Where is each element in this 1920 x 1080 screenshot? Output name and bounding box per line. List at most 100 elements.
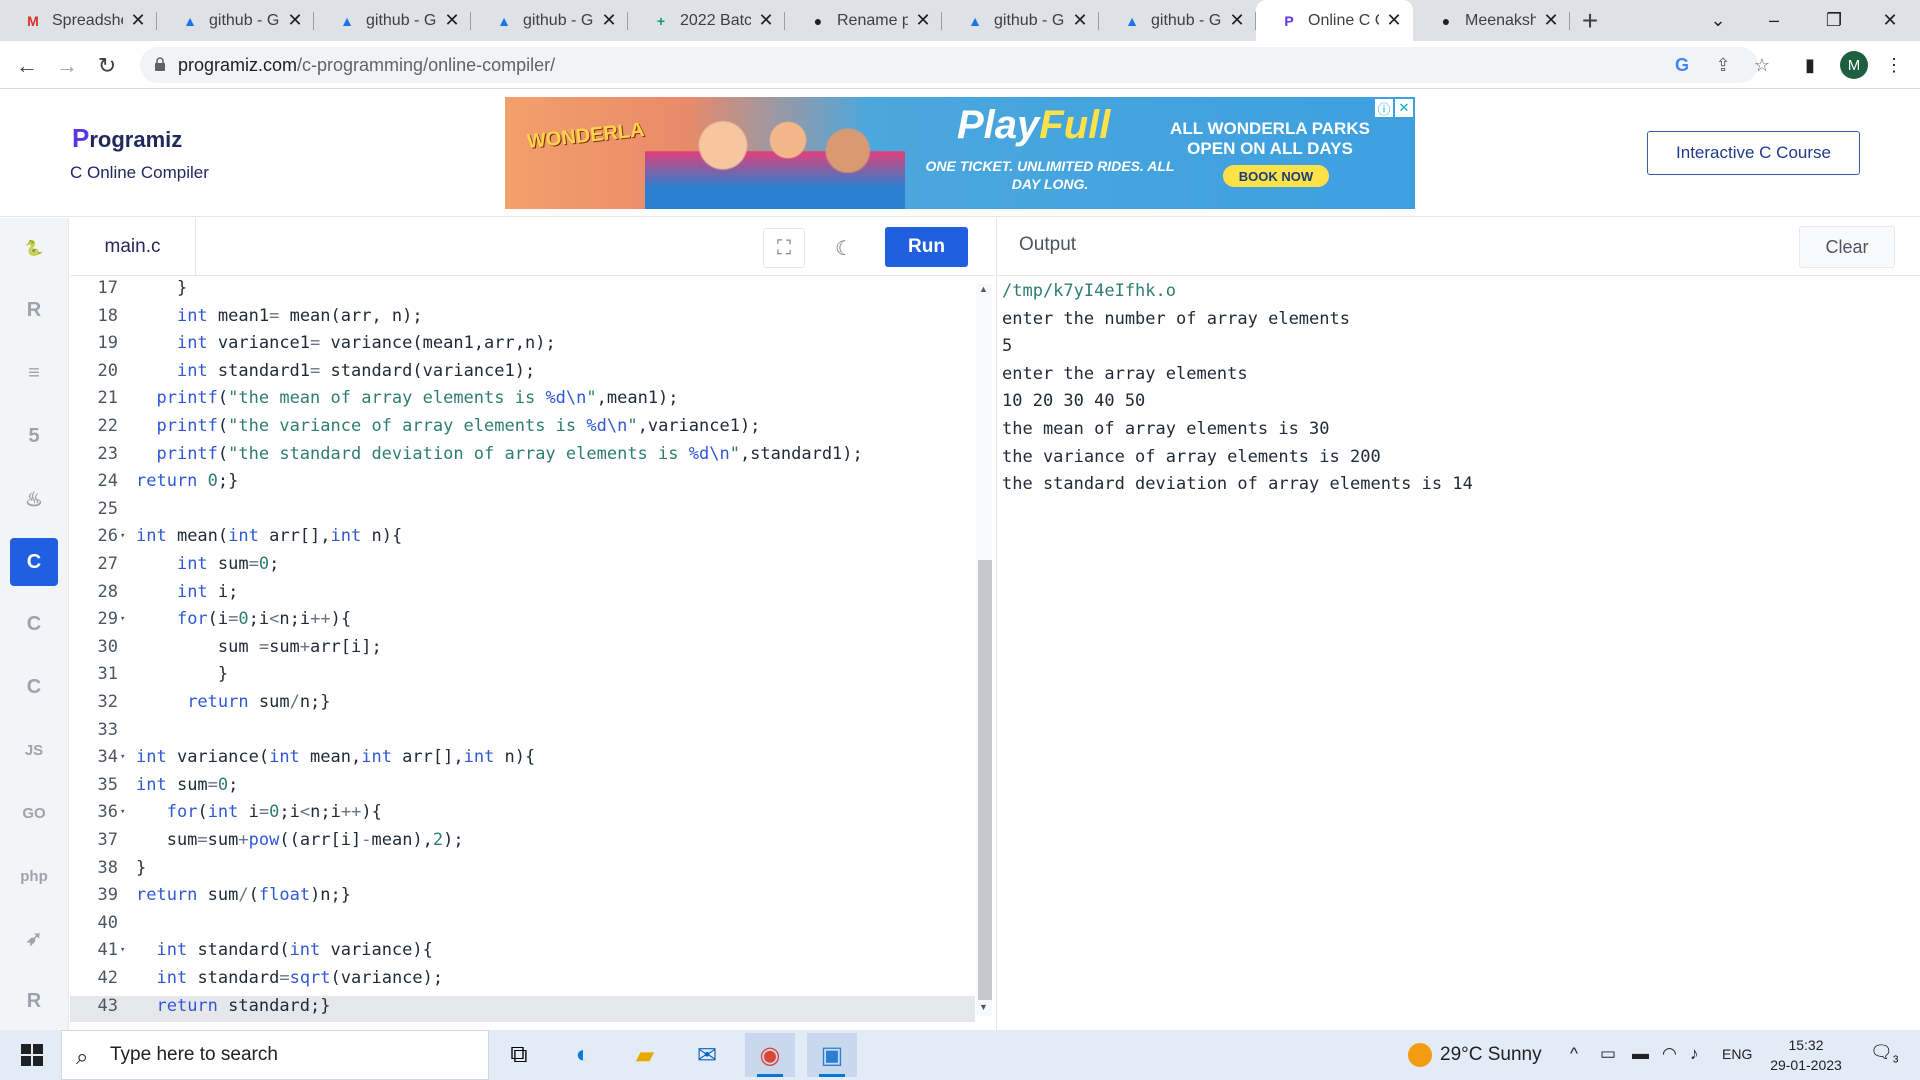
fold-chevron-icon[interactable]: ▾: [120, 945, 125, 955]
windows-start-icon[interactable]: [8, 1030, 56, 1080]
code-line[interactable]: printf("the mean of array elements is %d…: [136, 388, 678, 408]
close-tab-icon[interactable]: ✕: [129, 10, 147, 31]
close-tab-icon[interactable]: ✕: [1385, 10, 1403, 31]
file-explorer-icon[interactable]: ▰: [620, 1033, 670, 1077]
fold-chevron-icon[interactable]: ▾: [120, 752, 125, 762]
wifi-icon[interactable]: ◠: [1662, 1044, 1677, 1064]
code-line[interactable]: int standard1= standard(variance1);: [136, 361, 535, 381]
close-tab-icon[interactable]: ✕: [600, 10, 618, 31]
fold-chevron-icon[interactable]: ▾: [120, 614, 125, 624]
run-button[interactable]: Run: [885, 227, 968, 267]
code-line[interactable]: for(i=0;i<n;i++){: [136, 609, 351, 629]
code-line[interactable]: int mean(int arr[],int n){: [136, 526, 402, 546]
code-line[interactable]: }: [136, 664, 228, 684]
code-line[interactable]: sum=sum+pow((arr[i]-mean),2);: [136, 830, 464, 850]
advertisement-banner[interactable]: WONDERLA PlayFull ALL WONDERLA PARKS OPE…: [505, 97, 1415, 209]
code-line[interactable]: int variance(int mean,int arr[],int n){: [136, 747, 535, 767]
browser-tab[interactable]: ▲ github - Google ✕: [314, 0, 471, 41]
new-tab-button[interactable]: +: [1570, 0, 1610, 41]
code-line[interactable]: printf("the standard deviation of array …: [136, 444, 862, 464]
profile-avatar[interactable]: M: [1840, 51, 1868, 79]
close-ad-icon[interactable]: ✕: [1395, 99, 1413, 117]
fold-chevron-icon[interactable]: ▾: [120, 531, 125, 541]
code-line[interactable]: return 0;}: [136, 471, 238, 491]
r-icon[interactable]: R: [10, 287, 58, 335]
database-icon[interactable]: ≡: [10, 350, 58, 398]
code-line[interactable]: printf("the variance of array elements i…: [136, 416, 760, 436]
menu-kebab-icon[interactable]: ⋮: [1882, 53, 1906, 77]
php-icon[interactable]: php: [10, 852, 58, 900]
scroll-up-icon[interactable]: ▲: [979, 284, 988, 294]
forward-icon[interactable]: →: [50, 49, 84, 83]
close-tab-icon[interactable]: ✕: [1228, 10, 1246, 31]
language-indicator[interactable]: ENG: [1722, 1046, 1752, 1062]
weather-widget[interactable]: 29°C Sunny: [1408, 1043, 1542, 1067]
code-line[interactable]: int i;: [136, 582, 238, 602]
code-area[interactable]: 17 } 18 int mean1= mean(arr, n); 19 int va…: [70, 276, 975, 1030]
mail-icon[interactable]: ✉: [682, 1033, 732, 1077]
close-window-button[interactable]: ✕: [1862, 0, 1918, 41]
close-tab-icon[interactable]: ✕: [757, 10, 775, 31]
photos-icon[interactable]: ▣: [807, 1033, 857, 1077]
interactive-course-button[interactable]: Interactive C Course: [1647, 131, 1860, 175]
programiz-logo[interactable]: Programiz: [72, 123, 182, 154]
c-icon[interactable]: C: [10, 538, 58, 586]
close-tab-icon[interactable]: ✕: [286, 10, 304, 31]
close-tab-icon[interactable]: ✕: [914, 10, 932, 31]
url-input[interactable]: programiz.com/c-programming/online-compi…: [140, 47, 1758, 83]
code-line[interactable]: return standard;}: [136, 996, 330, 1016]
dark-mode-moon-icon[interactable]: ☾: [823, 228, 865, 268]
close-tab-icon[interactable]: ✕: [443, 10, 461, 31]
browser-tab[interactable]: ● Meenakshi ✕: [1413, 0, 1570, 41]
code-line[interactable]: int sum=0;: [136, 775, 238, 795]
browser-tab[interactable]: ▲ github - Google ✕: [942, 0, 1099, 41]
editor-scrollbar[interactable]: ▲ ▼: [976, 284, 992, 1016]
rust-icon[interactable]: R: [10, 978, 58, 1026]
browser-tab[interactable]: M Spreadsheets ✕: [0, 0, 157, 41]
fullscreen-icon[interactable]: ⛶: [763, 228, 805, 268]
code-line[interactable]: for(int i=0;i<n;i++){: [136, 802, 382, 822]
code-line[interactable]: sum =sum+arr[i];: [136, 637, 382, 657]
python-icon[interactable]: 🐍: [10, 224, 58, 272]
bookmark-star-icon[interactable]: ☆: [1750, 53, 1774, 77]
ad-book-now-button[interactable]: BOOK NOW: [1223, 165, 1329, 187]
code-line[interactable]: int standard(int variance){: [136, 940, 432, 960]
share-icon[interactable]: ⇪: [1711, 53, 1735, 77]
code-line[interactable]: int mean1= mean(arr, n);: [136, 306, 423, 326]
meet-now-icon[interactable]: ▭: [1600, 1044, 1616, 1064]
java-icon[interactable]: ♨: [10, 475, 58, 523]
code-line[interactable]: }: [136, 858, 146, 878]
system-clock[interactable]: 15:32 29-01-2023: [1766, 1035, 1846, 1075]
maximize-button[interactable]: ❐: [1806, 0, 1862, 41]
file-tab-main[interactable]: main.c: [70, 218, 196, 276]
go-icon[interactable]: GO: [10, 789, 58, 837]
clear-button[interactable]: Clear: [1799, 226, 1895, 268]
adchoices-icon[interactable]: ⓘ: [1375, 99, 1393, 117]
task-view-icon[interactable]: ⧉: [494, 1033, 544, 1077]
code-line[interactable]: }: [136, 278, 187, 298]
output-console[interactable]: /tmp/k7yI4eIfhk.o enter the number of ar…: [1002, 278, 1473, 499]
browser-tab[interactable]: +2022 Batch ✕: [628, 0, 785, 41]
back-icon[interactable]: ←: [10, 49, 44, 83]
tab-search-icon[interactable]: ⌄: [1690, 0, 1746, 41]
code-line[interactable]: return sum/(float)n;}: [136, 885, 351, 905]
google-icon[interactable]: G: [1670, 53, 1694, 77]
browser-tab[interactable]: ● Rename pri ✕: [785, 0, 942, 41]
reload-icon[interactable]: ↻: [90, 49, 124, 83]
cpp-icon[interactable]: C: [10, 601, 58, 649]
show-hidden-icons-chevron-icon[interactable]: ^: [1570, 1044, 1578, 1064]
javascript-icon[interactable]: JS: [10, 726, 58, 774]
csharp-icon[interactable]: C: [10, 664, 58, 712]
battery-icon[interactable]: ▬: [1632, 1044, 1649, 1064]
code-line[interactable]: int sum=0;: [136, 554, 279, 574]
browser-tab[interactable]: ▲ github - Google ✕: [471, 0, 628, 41]
close-tab-icon[interactable]: ✕: [1071, 10, 1089, 31]
volume-icon[interactable]: ♪: [1690, 1044, 1699, 1064]
swift-icon[interactable]: ➶: [10, 915, 58, 963]
code-line[interactable]: int standard=sqrt(variance);: [136, 968, 443, 988]
minimize-button[interactable]: –: [1746, 0, 1802, 41]
taskbar-search-input[interactable]: ⌕ Type here to search: [61, 1030, 489, 1080]
browser-tab[interactable]: ▲ github - Google ✕: [1099, 0, 1256, 41]
scrollbar-thumb[interactable]: [978, 560, 992, 1000]
side-panel-icon[interactable]: ▮: [1798, 53, 1822, 77]
